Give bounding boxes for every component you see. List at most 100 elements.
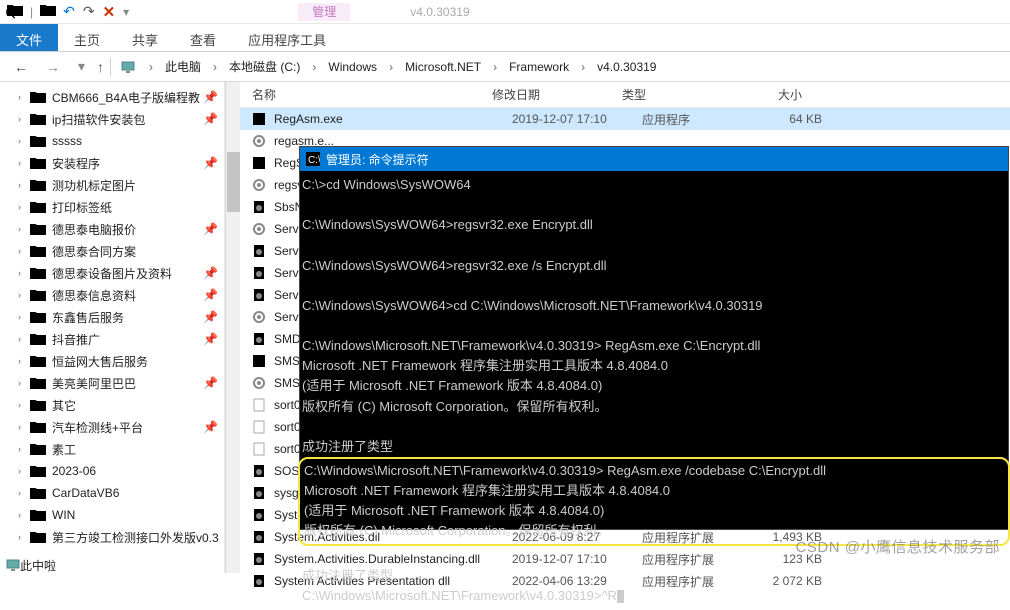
crumb-sep[interactable]: › bbox=[385, 60, 397, 74]
crumb-framework[interactable]: Framework bbox=[507, 56, 571, 78]
quick-access-toolbar: | ↶ ↷ ✕ ▾ 管理 v4.0.30319 bbox=[0, 0, 1010, 24]
tree-folder-item[interactable]: ›2023-06 bbox=[0, 460, 224, 482]
expand-icon[interactable]: › bbox=[18, 114, 30, 124]
pin-icon: 📌 bbox=[203, 376, 224, 390]
column-headers[interactable]: 名称 修改日期 类型 大小 bbox=[240, 82, 1010, 108]
tree-folder-item[interactable]: ›恒益网大售后服务 bbox=[0, 350, 224, 372]
tree-folder-item[interactable]: › 德思泰设备图片及资料 📌 bbox=[0, 262, 224, 284]
tree-item-label: 其它 bbox=[52, 397, 76, 414]
tree-folder-item[interactable]: ›第三方竣工检测接口外发版v0.3 bbox=[0, 526, 224, 548]
expand-icon[interactable]: › bbox=[18, 290, 30, 300]
tree-folder-item[interactable]: ›美亮美阿里巴巴📌 bbox=[0, 372, 224, 394]
tree-folder-item[interactable]: ›WIN bbox=[0, 504, 224, 526]
expand-icon[interactable]: › bbox=[18, 312, 30, 322]
tree-folder-item[interactable]: › 其它 bbox=[0, 394, 224, 416]
tree-folder-item[interactable]: ›素工 bbox=[0, 438, 224, 460]
pin-icon: 📌 bbox=[203, 310, 224, 324]
expand-icon[interactable]: › bbox=[18, 532, 30, 542]
col-date[interactable]: 修改日期 bbox=[492, 86, 622, 103]
file-type-icon bbox=[252, 332, 270, 346]
expand-icon[interactable]: › bbox=[18, 224, 30, 234]
expand-icon[interactable]: › bbox=[18, 422, 30, 432]
file-type-icon bbox=[252, 288, 270, 302]
crumb-windows[interactable]: Windows bbox=[326, 56, 379, 78]
expand-icon[interactable]: › bbox=[18, 510, 30, 520]
col-name[interactable]: 名称 bbox=[252, 86, 492, 103]
nav-recent-icon[interactable]: ▾ bbox=[72, 58, 91, 75]
redo-icon[interactable]: ↷ bbox=[83, 3, 95, 20]
crumb-dotnet[interactable]: Microsoft.NET bbox=[403, 56, 483, 78]
tab-share[interactable]: 共享 bbox=[116, 24, 174, 51]
tree-thispc-item[interactable]: 此中啦 bbox=[0, 554, 224, 573]
tree-folder-item[interactable]: ›德思泰电脑报价📌 bbox=[0, 218, 224, 240]
expand-icon[interactable]: › bbox=[18, 246, 30, 256]
tab-home[interactable]: 主页 bbox=[58, 24, 116, 51]
crumb-sep[interactable]: › bbox=[577, 60, 589, 74]
delete-icon[interactable]: ✕ bbox=[103, 3, 116, 21]
tree-folder-item[interactable]: ›测功机标定图片 bbox=[0, 174, 224, 196]
tree-folder-item[interactable]: ›CarDataVB6 bbox=[0, 482, 224, 504]
tree-folder-item[interactable]: ›ip扫描软件安装包📌 bbox=[0, 108, 224, 130]
expand-icon[interactable]: › bbox=[18, 92, 30, 102]
crumb-thispc[interactable]: 此电脑 bbox=[163, 54, 203, 79]
tree-item-label: 德思泰设备图片及资料 bbox=[52, 265, 172, 282]
crumb-sep[interactable]: › bbox=[145, 60, 157, 74]
undo-icon[interactable]: ↶ bbox=[63, 3, 75, 20]
expand-icon[interactable]: › bbox=[18, 180, 30, 190]
file-type-icon bbox=[252, 178, 270, 192]
expand-icon[interactable]: › bbox=[18, 400, 30, 410]
folder-icon bbox=[30, 112, 48, 126]
tree-folder-item[interactable]: ›sssss bbox=[0, 130, 224, 152]
cmd-icon: C:\ bbox=[306, 152, 320, 166]
pin-icon: 📌 bbox=[203, 266, 224, 280]
nav-tree[interactable]: › CBM666_B4A电子版编程教 📌 ›ip扫描软件安装包📌›sssss›安装程序… bbox=[0, 82, 225, 573]
expand-icon[interactable]: › bbox=[18, 466, 30, 476]
tree-folder-item[interactable]: ›德思泰合同方案 bbox=[0, 240, 224, 262]
crumb-sep[interactable]: › bbox=[489, 60, 501, 74]
tree-folder-item[interactable]: ›CBM666_B4A电子版编程教📌 bbox=[0, 86, 224, 108]
file-type-icon bbox=[252, 310, 270, 324]
folder-icon bbox=[30, 398, 48, 412]
col-size[interactable]: 大小 bbox=[722, 86, 802, 103]
command-prompt-window[interactable]: C:\ 管理员: 命令提示符 C:\>cd Windows\SysWOW64 C… bbox=[299, 146, 1009, 530]
tree-folder-item[interactable]: ›东鑫售后服务📌 bbox=[0, 306, 224, 328]
nav-up-icon[interactable]: ↑ bbox=[97, 59, 104, 75]
expand-icon[interactable]: › bbox=[18, 444, 30, 454]
expand-icon[interactable]: › bbox=[18, 334, 30, 344]
folder-icon bbox=[30, 442, 48, 456]
tab-apptools[interactable]: 应用程序工具 bbox=[232, 24, 342, 51]
expand-icon[interactable]: › bbox=[18, 158, 30, 168]
cmd-titlebar[interactable]: C:\ 管理员: 命令提示符 bbox=[300, 147, 1008, 171]
tab-view[interactable]: 查看 bbox=[174, 24, 232, 51]
pin-icon: 📌 bbox=[203, 288, 224, 302]
tree-folder-item[interactable]: ›德思泰信息资料📌 bbox=[0, 284, 224, 306]
tree-scrollbar[interactable] bbox=[225, 82, 240, 573]
tree-folder-item[interactable]: ›抖音推广📌 bbox=[0, 328, 224, 350]
tree-folder-item[interactable]: ›安装程序📌 bbox=[0, 152, 224, 174]
nav-back-icon[interactable]: ← bbox=[8, 59, 34, 75]
tree-folder-item[interactable]: ›汽车检测线+平台📌 bbox=[0, 416, 224, 438]
pin-icon: 📌 bbox=[203, 156, 224, 170]
expand-icon[interactable]: › bbox=[18, 268, 30, 278]
expand-icon[interactable]: › bbox=[18, 136, 30, 146]
manage-contextual-tab[interactable]: 管理 bbox=[298, 3, 350, 21]
col-type[interactable]: 类型 bbox=[622, 86, 722, 103]
tree-folder-item[interactable]: ›打印标签纸 bbox=[0, 196, 224, 218]
tree-item-label: CBM666_B4A电子版编程教 bbox=[52, 89, 200, 106]
cmd-title: 管理员: 命令提示符 bbox=[326, 151, 429, 168]
crumb-sep[interactable]: › bbox=[308, 60, 320, 74]
file-row[interactable]: RegAsm.exe2019-12-07 17:10应用程序64 KB bbox=[240, 108, 1010, 130]
file-tab[interactable]: 文件 bbox=[0, 24, 58, 51]
crumb-sep[interactable]: › bbox=[209, 60, 221, 74]
folder-glyph-2[interactable] bbox=[37, 3, 59, 20]
expand-icon[interactable]: › bbox=[18, 488, 30, 498]
crumb-drive-c[interactable]: 本地磁盘 (C:) bbox=[227, 54, 302, 79]
expand-icon[interactable]: › bbox=[18, 378, 30, 388]
expand-icon[interactable]: › bbox=[18, 356, 30, 366]
this-pc-icon[interactable] bbox=[121, 61, 135, 73]
qat-dropdown-icon[interactable]: ▾ bbox=[123, 5, 129, 19]
crumb-v4[interactable]: v4.0.30319 bbox=[595, 56, 658, 78]
pin-icon: 📌 bbox=[203, 222, 224, 236]
expand-icon[interactable]: › bbox=[18, 202, 30, 212]
folder-icon bbox=[30, 266, 48, 280]
